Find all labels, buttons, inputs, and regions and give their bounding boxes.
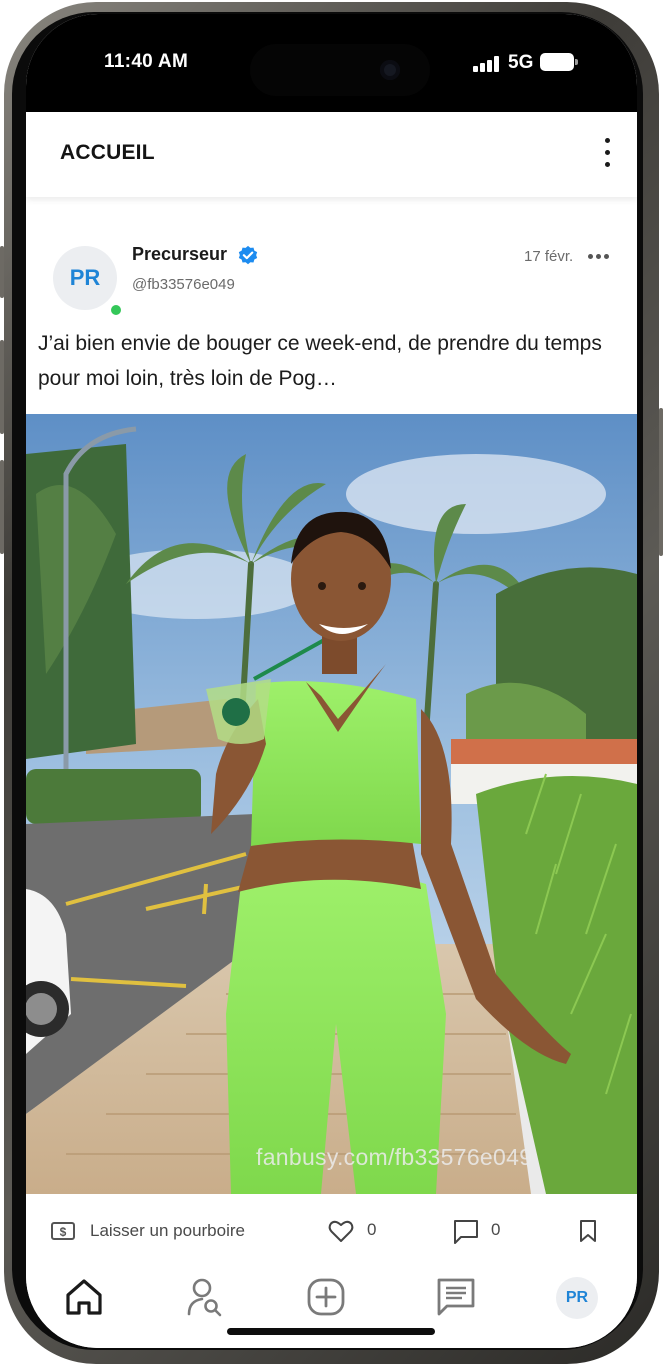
app-header: ACCUEIL: [26, 112, 637, 197]
messages-icon[interactable]: [436, 1277, 476, 1317]
search-user-icon[interactable]: [184, 1277, 224, 1317]
tip-button[interactable]: Laisser un pourboire: [90, 1221, 245, 1241]
profile-avatar[interactable]: PR: [556, 1277, 598, 1319]
kebab-menu-icon[interactable]: [600, 138, 616, 168]
page-title: ACCUEIL: [60, 141, 155, 164]
author-name[interactable]: Precurseur: [132, 244, 227, 265]
volume-up-button: [0, 340, 4, 434]
post-more-options-icon[interactable]: [588, 250, 610, 262]
battery-icon: [540, 53, 578, 71]
status-bar: 11:40 AM 5G: [26, 14, 637, 112]
post-actions: $ Laisser un pourboire 0 0: [26, 1194, 637, 1269]
watermark: fanbusy.com/fb33576e049: [256, 1144, 533, 1170]
power-button: [659, 408, 663, 556]
author-handle: @fb33576e049: [132, 276, 235, 293]
heart-icon[interactable]: [328, 1219, 354, 1243]
comment-count: 0: [491, 1220, 501, 1239]
post-photo: [26, 414, 637, 1194]
add-post-icon[interactable]: [306, 1277, 346, 1317]
online-status-dot: [109, 303, 123, 317]
verified-badge-icon: [238, 245, 258, 265]
dynamic-island: [250, 44, 430, 96]
bookmark-icon[interactable]: [579, 1220, 597, 1242]
signal-strength-icon: [473, 56, 503, 72]
svg-text:$: $: [60, 1225, 67, 1239]
screen: 11:40 AM 5G ACCUEIL PR Precurseur @fb335…: [26, 14, 637, 1348]
network-type: 5G: [508, 52, 534, 73]
volume-down-button: [0, 460, 4, 554]
home-indicator[interactable]: [227, 1328, 435, 1335]
comment-icon[interactable]: [453, 1219, 479, 1245]
author-avatar[interactable]: PR: [53, 246, 117, 310]
post-image[interactable]: fanbusy.com/fb33576e049: [26, 414, 637, 1194]
home-icon[interactable]: [64, 1277, 104, 1317]
action-button: [0, 246, 4, 298]
like-count: 0: [367, 1220, 377, 1239]
status-time: 11:40 AM: [104, 51, 189, 72]
camera-icon: [380, 60, 400, 80]
post-text: J’ai bien envie de bouger ce week-end, d…: [38, 332, 602, 390]
tip-money-icon[interactable]: $: [51, 1221, 75, 1241]
post-date: 17 févr.: [524, 248, 574, 265]
